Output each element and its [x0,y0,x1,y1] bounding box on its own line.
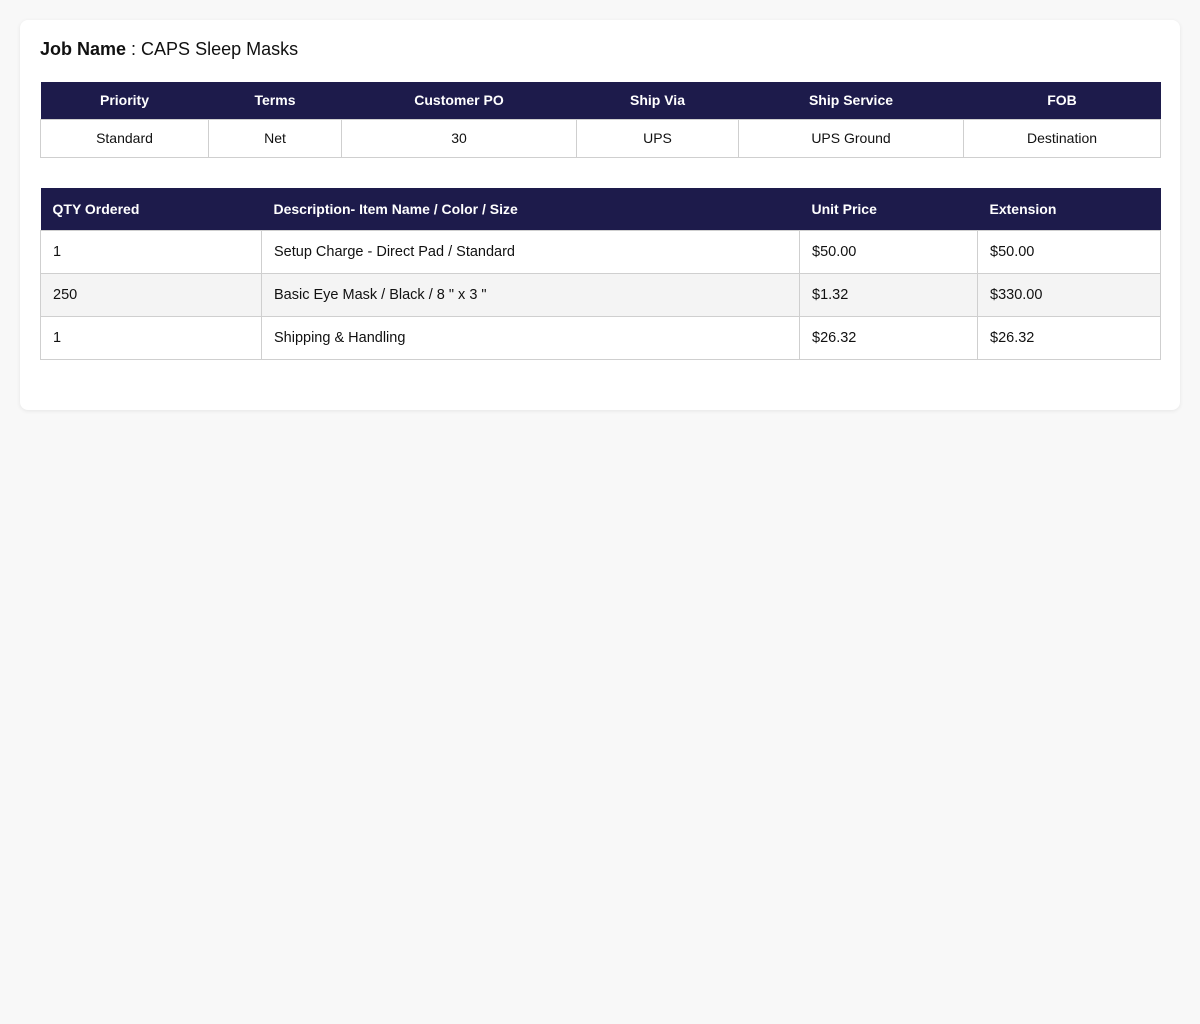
header-priority: Priority [40,82,209,119]
header-description: Description- Item Name / Color / Size [261,188,800,230]
unit-price-cell: $1.32 [799,272,978,317]
table-row: 1 Shipping & Handling $26.32 $26.32 [40,315,1161,360]
header-terms: Terms [208,82,342,119]
order-info-header-row: Priority Terms Customer PO Ship Via Ship… [40,82,1161,119]
extension-cell: $26.32 [977,315,1161,360]
value-priority: Standard [40,118,209,158]
description-cell: Basic Eye Mask / Black / 8 " x 3 " [261,272,800,317]
header-ship-service: Ship Service [738,82,964,119]
value-fob: Destination [963,118,1161,158]
unit-price-cell: $50.00 [799,229,978,274]
unit-price-cell: $26.32 [799,315,978,360]
header-extension: Extension [977,188,1161,230]
header-ship-via: Ship Via [576,82,739,119]
qty-cell: 1 [40,229,262,274]
value-terms: Net [208,118,342,158]
table-row: 1 Setup Charge - Direct Pad / Standard $… [40,229,1161,274]
qty-cell: 250 [40,272,262,317]
order-info-value-row: Standard Net 30 UPS UPS Ground Destinati… [40,118,1161,158]
line-items-table: QTY Ordered Description- Item Name / Col… [40,188,1161,360]
value-customer-po: 30 [341,118,577,158]
header-qty-ordered: QTY Ordered [40,188,262,230]
job-name-separator: : [126,39,142,59]
header-fob: FOB [963,82,1161,119]
order-card: Job Name : CAPS Sleep Masks Priority Ter… [20,20,1180,410]
job-name-value: CAPS Sleep Masks [141,39,299,59]
qty-cell: 1 [40,315,262,360]
extension-cell: $50.00 [977,229,1161,274]
order-info-table: Priority Terms Customer PO Ship Via Ship… [40,82,1161,158]
header-customer-po: Customer PO [341,82,577,119]
description-cell: Setup Charge - Direct Pad / Standard [261,229,800,274]
job-name-line: Job Name : CAPS Sleep Masks [40,38,298,60]
job-name-label: Job Name [40,39,127,59]
description-cell: Shipping & Handling [261,315,800,360]
extension-cell: $330.00 [977,272,1161,317]
value-ship-service: UPS Ground [738,118,964,158]
line-items-header-row: QTY Ordered Description- Item Name / Col… [40,188,1161,230]
value-ship-via: UPS [576,118,739,158]
header-unit-price: Unit Price [799,188,978,230]
table-row: 250 Basic Eye Mask / Black / 8 " x 3 " $… [40,272,1161,317]
